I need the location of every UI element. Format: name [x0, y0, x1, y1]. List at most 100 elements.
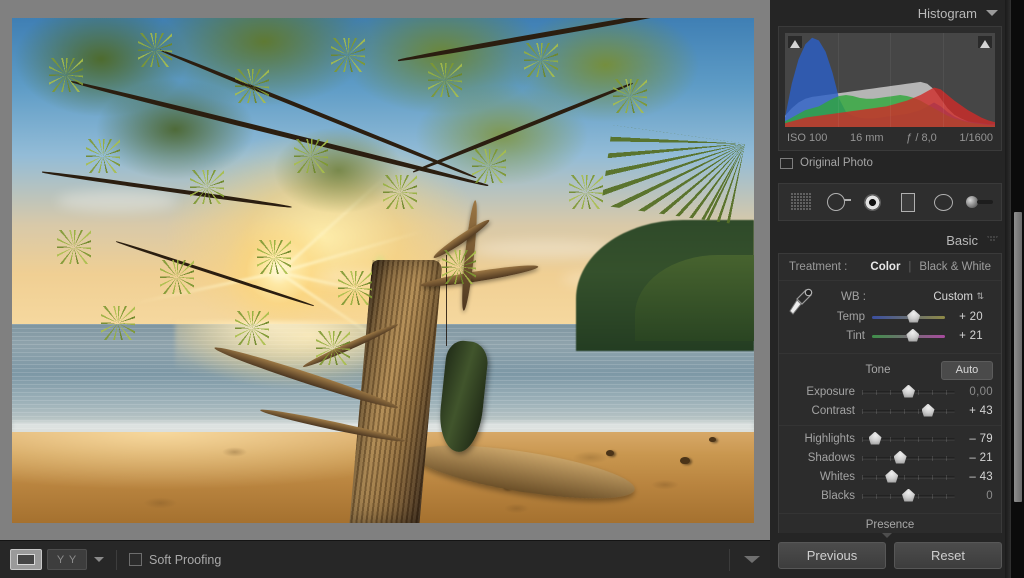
- slider-value[interactable]: + 21: [945, 330, 991, 342]
- wb-sliders: Temp + 20 Tint + 21: [789, 307, 991, 345]
- toolbar-divider: [729, 548, 730, 571]
- chevron-down-icon[interactable]: [986, 10, 998, 16]
- slider-track[interactable]: [862, 469, 955, 483]
- slider-value[interactable]: – 21: [955, 452, 1001, 464]
- right-panel-scroll-area[interactable]: Histogram ISO 100 16 mm ƒ / 8,0 1/1600 O…: [770, 0, 1010, 533]
- slider-ticks: [862, 455, 955, 461]
- red-eye-correction-tool[interactable]: [858, 189, 886, 215]
- slider-row-highlights[interactable]: Highlights – 79: [779, 429, 1001, 448]
- slider-track[interactable]: [862, 450, 955, 464]
- slider-row-shadows[interactable]: Shadows – 21: [779, 448, 1001, 467]
- slider-value[interactable]: 0: [955, 490, 1001, 502]
- chevron-down-icon[interactable]: [94, 557, 104, 562]
- crop-overlay-tool[interactable]: [787, 189, 815, 215]
- radial-filter-tool[interactable]: [929, 189, 957, 215]
- treatment-color-option[interactable]: Color: [870, 261, 900, 273]
- histogram-panel-header[interactable]: Histogram: [770, 0, 1010, 26]
- slider-track[interactable]: [872, 309, 945, 323]
- slider-label: Exposure: [806, 385, 855, 398]
- slider-value[interactable]: – 43: [955, 471, 1001, 483]
- leaf-cluster: [331, 38, 366, 73]
- white-balance-row: WB : Custom ⇅: [789, 287, 991, 307]
- slider-row-blacks[interactable]: Blacks 0: [779, 486, 1001, 505]
- slider-value[interactable]: + 43: [955, 405, 1001, 417]
- shadow-clipping-icon[interactable]: [788, 36, 802, 48]
- slider-track[interactable]: [862, 384, 955, 398]
- panel-scrollbar[interactable]: [1010, 0, 1024, 578]
- eyedropper-icon[interactable]: [787, 287, 813, 317]
- slider-value[interactable]: + 20: [945, 311, 991, 323]
- exif-focal-length: 16 mm: [849, 132, 884, 144]
- presence-section-header: Presence: [779, 514, 1001, 533]
- wb-preset-dropdown[interactable]: Custom ⇅: [933, 291, 984, 303]
- tone-section-label: Tone: [865, 364, 891, 376]
- bottom-toolbar: Y Y Soft Proofing: [0, 540, 770, 578]
- slider-row-contrast[interactable]: Contrast + 43: [779, 401, 1001, 420]
- exif-shutter-speed: 1/1600: [959, 132, 993, 144]
- original-photo-toggle[interactable]: Original Photo: [770, 151, 1010, 176]
- histogram-title: Histogram: [917, 5, 977, 21]
- exif-aperture: ƒ / 8,0: [906, 132, 937, 144]
- soft-proofing-checkbox[interactable]: [129, 553, 142, 566]
- leaf-cluster: [472, 149, 507, 184]
- highlight-clipping-icon[interactable]: [978, 36, 992, 48]
- slider-knob[interactable]: [893, 450, 907, 464]
- previous-button[interactable]: Previous: [778, 542, 886, 569]
- slider-knob[interactable]: [907, 309, 921, 323]
- pebble: [679, 457, 690, 465]
- graduated-filter-tool[interactable]: [894, 189, 922, 215]
- tone-section-header: Tone Auto: [779, 358, 1001, 382]
- rectangle-icon: [900, 192, 915, 212]
- leaf-cluster: [613, 78, 648, 113]
- triangle-down-icon[interactable]: [744, 556, 760, 563]
- white-balance-block: WB : Custom ⇅ Temp + 20 Tint + 21: [779, 281, 1001, 354]
- slider-knob[interactable]: [868, 431, 882, 445]
- slider-label: Blacks: [821, 489, 855, 502]
- slider-track[interactable]: [862, 488, 955, 502]
- triangle-down-icon[interactable]: [882, 533, 892, 538]
- slider-track[interactable]: [862, 431, 955, 445]
- triangle-dotted-icon[interactable]: [987, 236, 998, 244]
- spot-circle-icon: [827, 193, 852, 211]
- slider-value[interactable]: – 79: [955, 433, 1001, 445]
- toolbar-divider: [116, 549, 117, 570]
- slider-row-whites[interactable]: Whites – 43: [779, 467, 1001, 486]
- slider-knob[interactable]: [906, 328, 920, 342]
- basic-title: Basic: [946, 232, 978, 248]
- treatment-label: Treatment :: [789, 261, 848, 273]
- treatment-row: Treatment : Color | Black & White: [779, 254, 1001, 281]
- spot-removal-tool[interactable]: [822, 189, 852, 215]
- before-after-button[interactable]: Y Y: [47, 549, 87, 570]
- brush-icon: [965, 196, 978, 208]
- loupe-view-button[interactable]: [10, 549, 42, 570]
- adjustment-brush-tool[interactable]: [965, 189, 993, 215]
- leaf-cluster: [523, 43, 558, 78]
- eye-icon: [863, 193, 881, 211]
- toolbar-right-group: [729, 548, 760, 571]
- photograph[interactable]: [12, 18, 754, 523]
- slider-track[interactable]: [872, 328, 945, 342]
- reset-button[interactable]: Reset: [894, 542, 1002, 569]
- scrollbar-thumb[interactable]: [1014, 212, 1022, 502]
- basic-panel-header[interactable]: Basic: [770, 227, 1010, 253]
- auto-tone-button[interactable]: Auto: [941, 360, 993, 380]
- slider-track[interactable]: [862, 403, 955, 417]
- image-viewer[interactable]: [0, 0, 770, 540]
- histogram-widget[interactable]: ISO 100 16 mm ƒ / 8,0 1/1600: [778, 26, 1002, 151]
- leaf-cluster: [316, 331, 351, 366]
- slider-value[interactable]: 0,00: [955, 386, 1001, 398]
- slider-row-exposure[interactable]: Exposure 0,00: [779, 382, 1001, 401]
- tool-strip: [778, 183, 1002, 221]
- slider-knob[interactable]: [902, 384, 915, 398]
- slider-row-tint[interactable]: Tint + 21: [789, 326, 991, 345]
- slider-knob[interactable]: [921, 403, 935, 417]
- slider-knob[interactable]: [902, 488, 915, 502]
- leaf-cluster: [56, 230, 91, 265]
- histogram-plot[interactable]: [785, 33, 995, 127]
- slider-knob[interactable]: [885, 469, 899, 483]
- before-after-label: Y Y: [56, 553, 78, 566]
- slider-row-temp[interactable]: Temp + 20: [789, 307, 991, 326]
- wb-label: WB :: [841, 291, 866, 303]
- leaf-cluster: [338, 270, 373, 305]
- treatment-bw-option[interactable]: Black & White: [919, 261, 991, 273]
